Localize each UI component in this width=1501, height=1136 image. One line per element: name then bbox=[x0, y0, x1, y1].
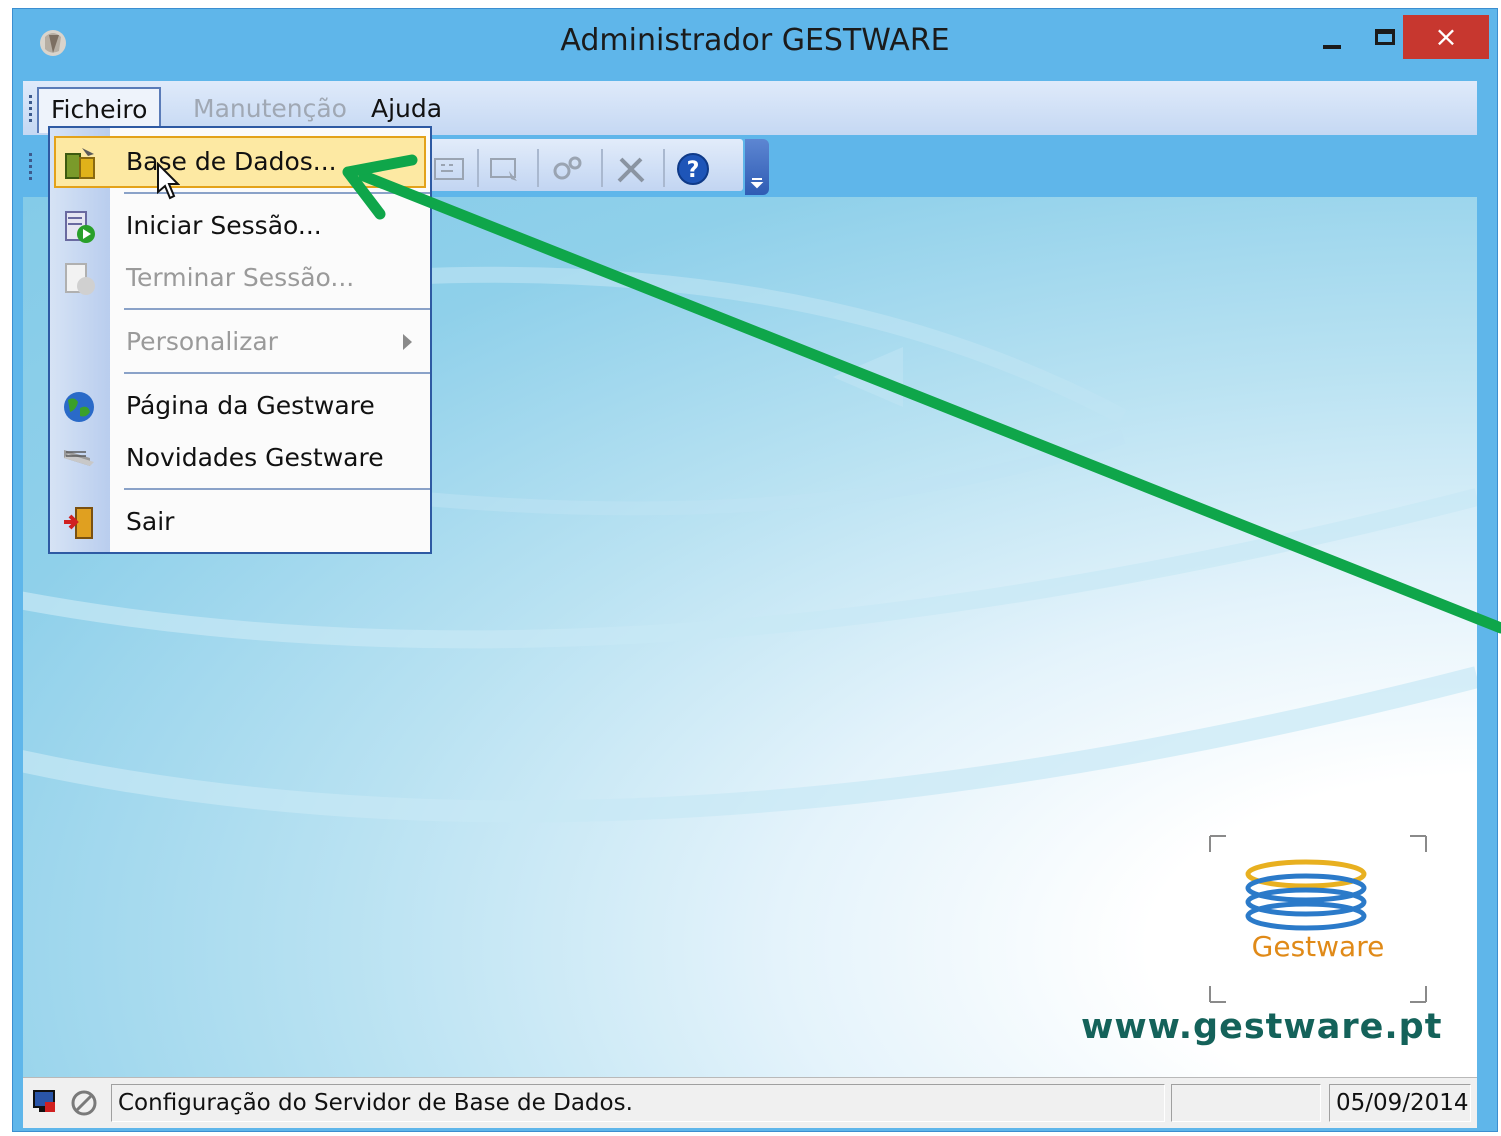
window-cursor-icon[interactable] bbox=[487, 151, 523, 187]
menubar-grip[interactable] bbox=[29, 95, 32, 123]
keyboard-icon[interactable] bbox=[431, 151, 467, 187]
menu-separator bbox=[124, 308, 430, 310]
toolbar-separator bbox=[537, 149, 539, 187]
menu-item-label: Novidades Gestware bbox=[126, 443, 384, 472]
title-bar[interactable]: Administrador GESTWARE × bbox=[13, 9, 1497, 81]
toolbar-strip: ? bbox=[413, 139, 743, 191]
window-title: Administrador GESTWARE bbox=[560, 23, 950, 58]
tools-icon[interactable] bbox=[613, 151, 649, 187]
logo-text: Gestware bbox=[1251, 930, 1385, 963]
menu-item-label: Iniciar Sessão... bbox=[126, 211, 322, 240]
minimize-button[interactable] bbox=[1303, 17, 1359, 63]
menu-ajuda[interactable]: Ajuda bbox=[359, 87, 454, 131]
menu-item-label: Página da Gestware bbox=[126, 391, 375, 420]
menu-item-pagina-gestware[interactable]: Página da Gestware bbox=[50, 380, 430, 432]
submenu-arrow-icon bbox=[403, 334, 412, 350]
menu-item-personalizar[interactable]: Personalizar bbox=[50, 316, 430, 368]
toolbar-grip[interactable] bbox=[29, 153, 32, 181]
end-session-icon bbox=[65, 263, 95, 295]
close-button[interactable]: × bbox=[1403, 15, 1489, 59]
exit-door-icon bbox=[64, 507, 93, 539]
no-connection-icon bbox=[71, 1090, 97, 1116]
help-icon[interactable]: ? bbox=[675, 151, 711, 187]
menu-separator bbox=[124, 372, 430, 374]
start-session-icon bbox=[65, 211, 95, 243]
menu-item-base-de-dados[interactable]: Base de Dados... bbox=[54, 136, 426, 188]
gears-icon[interactable] bbox=[549, 151, 585, 187]
server-status-icon bbox=[33, 1090, 55, 1112]
gestware-logo: Gestware bbox=[1208, 834, 1428, 1004]
svg-text:?: ? bbox=[687, 158, 700, 183]
globe-icon bbox=[64, 392, 94, 422]
status-panel-empty bbox=[1171, 1084, 1321, 1122]
status-date: 05/09/2014 bbox=[1329, 1084, 1471, 1122]
file-menu-dropdown: Base de Dados... Iniciar Sessão... Termi… bbox=[48, 126, 432, 554]
toolbar-separator bbox=[663, 149, 665, 187]
toolbar-separator bbox=[601, 149, 603, 187]
maximize-icon bbox=[1375, 29, 1395, 45]
minimize-icon bbox=[1323, 45, 1341, 49]
menu-item-label: Terminar Sessão... bbox=[126, 263, 355, 292]
menu-separator bbox=[124, 488, 430, 490]
menu-item-label: Personalizar bbox=[126, 327, 278, 356]
close-icon: × bbox=[1434, 20, 1458, 53]
news-icon bbox=[64, 450, 94, 466]
database-tools-icon bbox=[65, 148, 95, 179]
mouse-cursor-icon bbox=[157, 162, 180, 200]
menu-item-novidades-gestware[interactable]: Novidades Gestware bbox=[50, 432, 430, 484]
status-bar: Configuração do Servidor de Base de Dado… bbox=[23, 1077, 1477, 1128]
menu-item-iniciar-sessao[interactable]: Iniciar Sessão... bbox=[50, 200, 430, 252]
logo-graphic bbox=[1209, 835, 1427, 1003]
menu-item-sair[interactable]: Sair bbox=[50, 496, 430, 548]
toolbar-separator bbox=[477, 149, 479, 187]
status-message: Configuração do Servidor de Base de Dado… bbox=[111, 1084, 1165, 1122]
menu-item-label: Sair bbox=[126, 507, 175, 536]
toolbar-options-icon[interactable] bbox=[745, 139, 769, 195]
menu-manutencao[interactable]: Manutenção bbox=[181, 87, 359, 131]
website-url[interactable]: www.gestware.pt bbox=[1081, 1007, 1442, 1047]
menu-item-terminar-sessao[interactable]: Terminar Sessão... bbox=[50, 252, 430, 304]
